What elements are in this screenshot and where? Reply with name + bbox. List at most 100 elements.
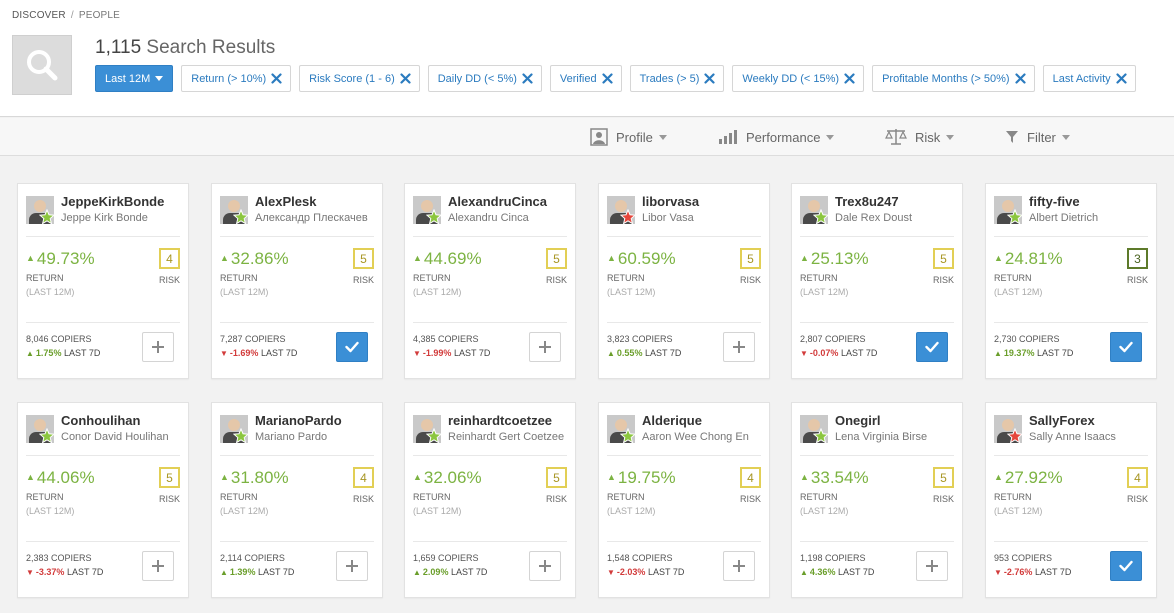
- arrow-down-icon: ▼: [220, 349, 228, 358]
- arrow-up-icon: ▲: [800, 472, 809, 482]
- return-number: 24.81%: [1004, 249, 1063, 268]
- trader-card[interactable]: liborvasa Libor Vasa ▲ 60.59% RETURN (LAST 12…: [598, 183, 770, 379]
- trader-username[interactable]: fifty-five: [1029, 194, 1080, 209]
- trader-card[interactable]: reinhardtcoetzee Reinhardt Gert Coetzee ▲ 3…: [404, 402, 576, 598]
- star-icon: [233, 428, 249, 444]
- copiers-count: 1,659 COPIERS: [413, 553, 479, 563]
- trader-username[interactable]: AlexPlesk: [255, 194, 316, 209]
- header: DISCOVER / PEOPLE 1,115 Search Results Las…: [0, 0, 1174, 117]
- trader-username[interactable]: Onegirl: [835, 413, 881, 428]
- trader-username[interactable]: SallyForex: [1029, 413, 1095, 428]
- risk-score-badge: 5: [546, 248, 567, 269]
- risk-label: RISK: [1126, 494, 1148, 504]
- period-label: (LAST 12M): [26, 287, 75, 297]
- copiers-label: COPIERS: [1019, 334, 1060, 344]
- arrow-up-icon: ▲: [607, 472, 616, 482]
- breadcrumb-separator: /: [70, 10, 74, 21]
- profile-menu[interactable]: Profile: [590, 126, 667, 148]
- risk-label: RISK: [545, 275, 567, 285]
- trader-username[interactable]: AlexandruCinca: [448, 194, 547, 209]
- trader-card[interactable]: Alderique Aaron Wee Chong En ▲ 19.75% RETURN…: [598, 402, 770, 598]
- trader-card[interactable]: SallyForex Sally Anne Isaacs ▲ 27.92% RETURN…: [985, 402, 1157, 598]
- period-dropdown[interactable]: Last 12M: [95, 65, 174, 92]
- filter-pill[interactable]: Daily DD (< 5%): [427, 65, 542, 92]
- return-number: 31.80%: [230, 468, 289, 487]
- trader-username[interactable]: JeppeKirkBonde: [61, 194, 164, 209]
- close-icon[interactable]: [844, 73, 855, 84]
- trader-card[interactable]: Conhoulihan Conor David Houlihan ▲ 44.06% RE…: [17, 402, 189, 598]
- copy-trader-button[interactable]: [916, 551, 948, 581]
- return-value: ▲ 33.54%: [800, 468, 869, 488]
- search-icon: [27, 50, 58, 81]
- copy-trader-button[interactable]: [529, 551, 561, 581]
- filter-pill-label: Risk Score (1 - 6): [309, 72, 395, 85]
- trader-fullname: Reinhardt Gert Coetzee: [448, 431, 565, 443]
- divider: [413, 541, 567, 542]
- trader-card[interactable]: AlexPlesk Александр Плескачев ▲ 32.86% RETUR…: [211, 183, 383, 379]
- filter-pill[interactable]: Risk Score (1 - 6): [299, 65, 420, 92]
- close-icon[interactable]: [1116, 73, 1127, 84]
- trader-card[interactable]: Onegirl Lena Virginia Birse ▲ 33.54% RETURN(…: [791, 402, 963, 598]
- filter-pill[interactable]: Weekly DD (< 15%): [732, 65, 865, 92]
- return-number: 27.92%: [1004, 468, 1063, 487]
- trader-card[interactable]: fifty-five Albert Dietrich ▲ 24.81% RETURN (L…: [985, 183, 1157, 379]
- star-icon: [39, 428, 55, 444]
- risk-score-badge: 4: [740, 467, 761, 488]
- breadcrumb-discover[interactable]: DISCOVER: [12, 10, 66, 21]
- copiers-label: COPIERS: [438, 553, 479, 563]
- last7d-value: 0.55%: [616, 348, 643, 358]
- arrow-up-icon: ▲: [994, 472, 1003, 482]
- last7d-value: -2.76%: [1003, 567, 1033, 577]
- return-value: ▲ 44.69%: [413, 249, 482, 269]
- copied-button[interactable]: [916, 332, 948, 362]
- copy-trader-button[interactable]: [142, 551, 174, 581]
- trader-username[interactable]: Alderique: [642, 413, 702, 428]
- copy-trader-button[interactable]: [529, 332, 561, 362]
- copied-button[interactable]: [336, 332, 368, 362]
- copiers-number: 1,548: [607, 553, 630, 563]
- last7d-label: LAST 7D: [453, 348, 491, 358]
- filter-pill[interactable]: Return (> 10%): [181, 65, 292, 92]
- close-icon[interactable]: [1014, 73, 1026, 84]
- copy-trader-button[interactable]: [336, 551, 368, 581]
- last7d-change: ▲ 4.36% LAST 7D: [800, 567, 874, 577]
- copied-button[interactable]: [1110, 332, 1142, 362]
- close-icon[interactable]: [522, 73, 533, 84]
- arrow-down-icon: ▼: [607, 568, 615, 577]
- close-icon[interactable]: [704, 73, 716, 84]
- close-icon[interactable]: [601, 73, 613, 84]
- copiers-label: COPIERS: [51, 553, 92, 563]
- copy-trader-button[interactable]: [723, 332, 755, 362]
- filter-pill[interactable]: Verified: [549, 65, 622, 92]
- results-count: 1,115: [95, 37, 142, 58]
- filter-menu[interactable]: Filter: [1005, 126, 1070, 148]
- copied-button[interactable]: [1110, 551, 1142, 581]
- performance-menu[interactable]: Performance: [718, 126, 835, 148]
- trader-card[interactable]: AlexandruCinca Alexandru Cinca ▲ 44.69% RETU…: [404, 183, 576, 379]
- last7d-change: ▲ 1.75% LAST 7D: [26, 348, 100, 358]
- copiers-count: 7,287 COPIERS: [220, 334, 286, 344]
- trader-username[interactable]: reinhardtcoetzee: [448, 413, 552, 428]
- trader-card[interactable]: MarianoPardo Mariano Pardo ▲ 31.80% RETURN (L…: [211, 402, 383, 598]
- risk-menu[interactable]: Risk: [885, 126, 955, 148]
- filter-pill[interactable]: Trades (> 5): [629, 65, 725, 92]
- close-icon[interactable]: [271, 73, 282, 84]
- trader-username[interactable]: liborvasa: [642, 194, 699, 209]
- close-icon[interactable]: [400, 73, 411, 84]
- filter-pill[interactable]: Last Activity: [1042, 65, 1136, 92]
- copiers-number: 1,659: [413, 553, 436, 563]
- divider: [413, 236, 567, 237]
- trader-username[interactable]: Trex8u247: [835, 194, 899, 209]
- copy-trader-button[interactable]: [142, 332, 174, 362]
- trader-username[interactable]: MarianoPardo: [255, 413, 342, 428]
- trader-username[interactable]: Conhoulihan: [61, 413, 140, 428]
- trader-card[interactable]: JeppeKirkBonde Jeppe Kirk Bonde ▲ 49.73% RET…: [17, 183, 189, 379]
- return-value: ▲ 32.06%: [413, 468, 482, 488]
- last7d-change: ▼ -1.99% LAST 7D: [413, 348, 490, 358]
- filter-pill[interactable]: Profitable Months (> 50%): [872, 65, 1035, 92]
- last7d-label: LAST 7D: [260, 348, 298, 358]
- breadcrumb: DISCOVER / PEOPLE: [12, 10, 120, 21]
- trader-card[interactable]: Trex8u247 Dale Rex Doust ▲ 25.13% RETURN (LAS…: [791, 183, 963, 379]
- copy-trader-button[interactable]: [723, 551, 755, 581]
- search-button[interactable]: [12, 35, 72, 95]
